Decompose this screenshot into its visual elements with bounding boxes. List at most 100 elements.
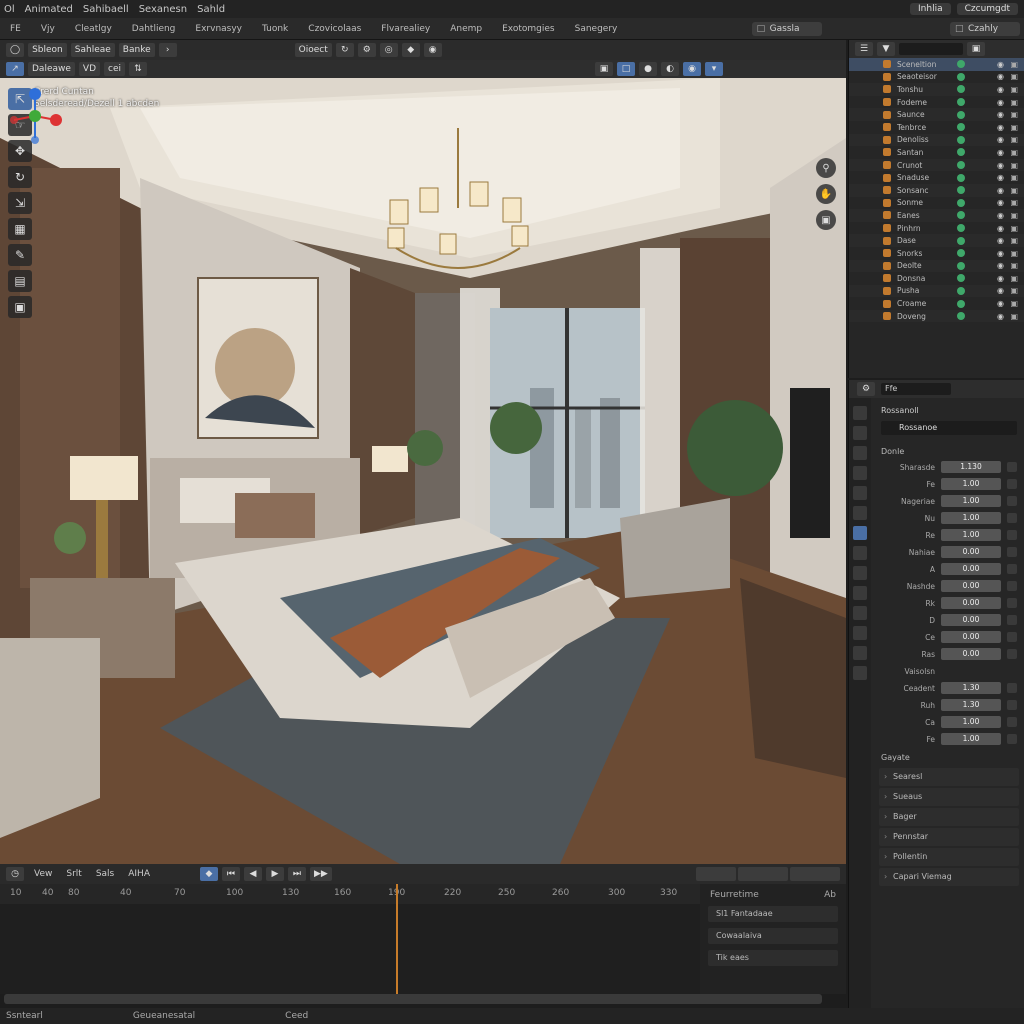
keyframe-dot-icon[interactable]: [1007, 615, 1017, 625]
outliner-item[interactable]: Deolte ◉ ▣: [849, 259, 1024, 273]
outliner-item[interactable]: Sonme ◉ ▣: [849, 197, 1024, 210]
keyframe-dot-icon[interactable]: [1007, 513, 1017, 523]
outliner-item[interactable]: Snaduse ◉ ▣: [849, 171, 1024, 184]
outliner-item[interactable]: Dase ◉ ▣: [849, 234, 1024, 247]
solid-shading-icon[interactable]: ●: [639, 62, 657, 76]
outliner-item[interactable]: Saunce ◉ ▣: [849, 108, 1024, 121]
keyframe-dot-icon[interactable]: [1007, 479, 1017, 489]
pan-icon[interactable]: ✋: [816, 184, 836, 204]
timeline-menu-select[interactable]: Srlt: [62, 869, 85, 879]
property-value-field[interactable]: 1.00: [941, 733, 1001, 745]
menu-item[interactable]: Sahld: [197, 4, 225, 15]
snap-icon[interactable]: ⚙: [357, 43, 376, 57]
property-value-field[interactable]: 0.00: [941, 614, 1001, 626]
outliner-item[interactable]: Pusha ◉ ▣: [849, 284, 1024, 298]
render-toggle-icon[interactable]: ▣: [1010, 186, 1018, 195]
timeline-ruler[interactable]: 10 40 80 40 70 100 130 160 190 220 250 2…: [0, 884, 700, 904]
camera-icon[interactable]: ▣: [595, 62, 613, 76]
collapsed-panel[interactable]: Pollentin: [879, 848, 1019, 866]
collapsed-panel[interactable]: Pennstar: [879, 828, 1019, 846]
visibility-icon[interactable]: ◉: [997, 211, 1004, 220]
menu-item[interactable]: Sexanesn: [139, 4, 187, 15]
render-toggle-icon[interactable]: ▣: [1010, 72, 1018, 81]
transform-tool-icon[interactable]: ▦: [8, 218, 32, 240]
view-layer-tab-icon[interactable]: [853, 466, 867, 480]
outliner-search[interactable]: [899, 43, 963, 55]
outliner-item[interactable]: Denoliss ◉ ▣: [849, 133, 1024, 147]
keyframe-dot-icon[interactable]: [1007, 598, 1017, 608]
property-value-field[interactable]: 0.00: [941, 580, 1001, 592]
playhead[interactable]: [396, 884, 398, 994]
property-value-field[interactable]: 0.00: [941, 546, 1001, 558]
keyframe-dot-icon[interactable]: [1007, 547, 1017, 557]
outliner-item[interactable]: Pinhrn ◉ ▣: [849, 222, 1024, 235]
visibility-icon[interactable]: ◉: [997, 98, 1004, 107]
section-header[interactable]: Donle: [875, 443, 1023, 460]
visibility-icon[interactable]: ◉: [997, 249, 1004, 258]
keyframe-dot-icon[interactable]: [1007, 496, 1017, 506]
next-key-icon[interactable]: ▶▶: [309, 867, 332, 881]
jump-start-icon[interactable]: ⏮: [221, 867, 240, 881]
render-toggle-icon[interactable]: ▣: [1010, 198, 1018, 207]
output-tab-icon[interactable]: [853, 446, 867, 460]
outliner-item[interactable]: Sceneltion ◉ ▣: [849, 58, 1024, 71]
object-tab-icon[interactable]: [853, 526, 867, 540]
visibility-icon[interactable]: ◉: [997, 173, 1004, 182]
property-value-field[interactable]: 1.130: [941, 461, 1001, 473]
texture-tab-icon[interactable]: [853, 666, 867, 680]
scene-tab-icon[interactable]: [853, 486, 867, 500]
property-value-field[interactable]: 1.00: [941, 529, 1001, 541]
visibility-icon[interactable]: ◉: [997, 236, 1004, 245]
render-toggle-icon[interactable]: ▣: [1010, 110, 1018, 119]
timeline-menu-marker[interactable]: Sals: [92, 869, 118, 879]
visibility-icon[interactable]: ◉: [997, 135, 1004, 144]
pivot-icon[interactable]: ◆: [401, 43, 420, 57]
keyframe-dot-icon[interactable]: [1007, 632, 1017, 642]
keyframe-dot-icon[interactable]: [1007, 564, 1017, 574]
outliner-item[interactable]: Snorks ◉ ▣: [849, 247, 1024, 260]
modifier-tab-icon[interactable]: [853, 546, 867, 560]
data-tab-icon[interactable]: [853, 626, 867, 640]
3d-viewport[interactable]: Crerd Cuntan Selsderead/Dezell 1 abcden …: [0, 78, 846, 864]
timeline-menu-view[interactable]: Vew: [30, 869, 56, 879]
property-value-field[interactable]: 1.30: [941, 699, 1001, 711]
render-toggle-icon[interactable]: ▣: [1010, 148, 1018, 157]
tab-cleatlgy[interactable]: Cleatlgy: [65, 24, 122, 34]
outliner-editor-icon[interactable]: ☰: [855, 42, 873, 56]
outliner-item[interactable]: Santan ◉ ▣: [849, 146, 1024, 159]
object-button[interactable]: Oioect: [294, 43, 332, 57]
outliner-item[interactable]: Croame ◉ ▣: [849, 297, 1024, 310]
timeline-body[interactable]: [0, 904, 700, 994]
proportional-icon[interactable]: ◎: [379, 43, 398, 57]
property-value-field[interactable]: 0.00: [941, 631, 1001, 643]
render-toggle-icon[interactable]: ▣: [1010, 261, 1018, 270]
cursor-icon[interactable]: ↗: [6, 62, 24, 76]
visibility-icon[interactable]: ◉: [997, 60, 1004, 69]
tab-dahtlieng[interactable]: Dahtlieng: [122, 24, 186, 34]
tab-czovicolaas[interactable]: Czovicolaas: [298, 24, 371, 34]
property-value-field[interactable]: 0.00: [941, 563, 1001, 575]
timeline-side-row[interactable]: Tik eaes: [708, 950, 838, 966]
workspace-field[interactable]: Gassla: [751, 21, 822, 36]
timeline-editor-icon[interactable]: ◷: [6, 867, 24, 881]
editor-type-icon[interactable]: ◯: [6, 43, 25, 57]
property-value-field[interactable]: 1.00: [941, 512, 1001, 524]
wire-shading-icon[interactable]: □: [617, 62, 635, 76]
render-toggle-icon[interactable]: ▣: [1010, 60, 1018, 69]
camera-view-icon[interactable]: ▣: [816, 210, 836, 230]
add-cube-tool-icon[interactable]: ▣: [8, 296, 32, 318]
property-value-field[interactable]: 1.00: [941, 495, 1001, 507]
play-reverse-icon[interactable]: ◀: [243, 867, 262, 881]
tab-exotomgies[interactable]: Exotomgies: [492, 24, 564, 34]
tab-flvarealiey[interactable]: Flvarealiey: [371, 24, 440, 34]
visibility-icon[interactable]: ◉: [997, 148, 1004, 157]
view-menu[interactable]: Banke: [118, 43, 155, 57]
render-toggle-icon[interactable]: ▣: [1010, 224, 1018, 233]
select-menu[interactable]: Sahleae: [70, 43, 115, 57]
keyframe-dot-icon[interactable]: [1007, 530, 1017, 540]
collapsed-panel[interactable]: Sueaus: [879, 788, 1019, 806]
visibility-icon[interactable]: ◉: [997, 186, 1004, 195]
outliner-item[interactable]: Sonsanc ◉ ▣: [849, 183, 1024, 197]
zoom-icon[interactable]: ⚲: [816, 158, 836, 178]
mode-label[interactable]: Daleawe: [28, 62, 75, 76]
